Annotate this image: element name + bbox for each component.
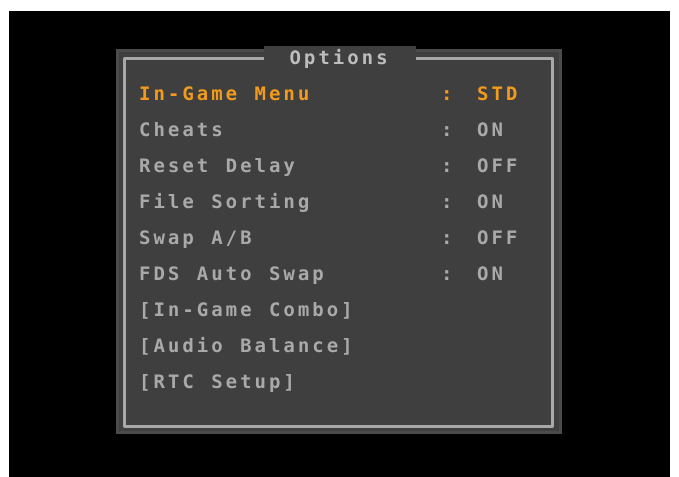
menu-item-label: [Audio Balance] <box>139 335 356 357</box>
menu-item-value: OFF <box>477 227 521 249</box>
menu-item-separator: : <box>441 155 456 177</box>
options-title-container: Options <box>264 46 416 72</box>
menu-item-label: Reset Delay <box>139 155 298 177</box>
menu-item-cheats[interactable]: Cheats : ON <box>139 116 549 144</box>
menu-item-rtc-setup[interactable]: [RTC Setup] <box>139 368 549 396</box>
menu-item-label: FDS Auto Swap <box>139 263 327 285</box>
menu-item-file-sorting[interactable]: File Sorting : ON <box>139 188 549 216</box>
menu-item-in-game-combo[interactable]: [In-Game Combo] <box>139 296 549 324</box>
menu-item-value: OFF <box>477 155 521 177</box>
menu-item-reset-delay[interactable]: Reset Delay : OFF <box>139 152 549 180</box>
options-title: Options <box>289 47 391 69</box>
menu-item-value: ON <box>477 191 506 213</box>
menu-item-separator: : <box>441 119 456 141</box>
menu-item-label: In-Game Menu <box>139 83 313 105</box>
menu-item-swap-ab[interactable]: Swap A/B : OFF <box>139 224 549 252</box>
menu-item-label: Cheats <box>139 119 226 141</box>
menu-item-separator: : <box>441 227 456 249</box>
menu-item-label: [RTC Setup] <box>139 371 298 393</box>
menu-item-in-game-menu[interactable]: In-Game Menu : STD <box>139 80 549 108</box>
menu-item-value: ON <box>477 263 506 285</box>
menu-item-separator: : <box>441 83 456 105</box>
menu-item-value: ON <box>477 119 506 141</box>
menu-item-label: File Sorting <box>139 191 313 213</box>
menu-item-separator: : <box>441 263 456 285</box>
menu-item-value: STD <box>477 83 521 105</box>
menu-item-label: [In-Game Combo] <box>139 299 356 321</box>
menu-item-label: Swap A/B <box>139 227 255 249</box>
menu-item-audio-balance[interactable]: [Audio Balance] <box>139 332 549 360</box>
menu-item-fds-auto-swap[interactable]: FDS Auto Swap : ON <box>139 260 549 288</box>
menu-item-separator: : <box>441 191 456 213</box>
